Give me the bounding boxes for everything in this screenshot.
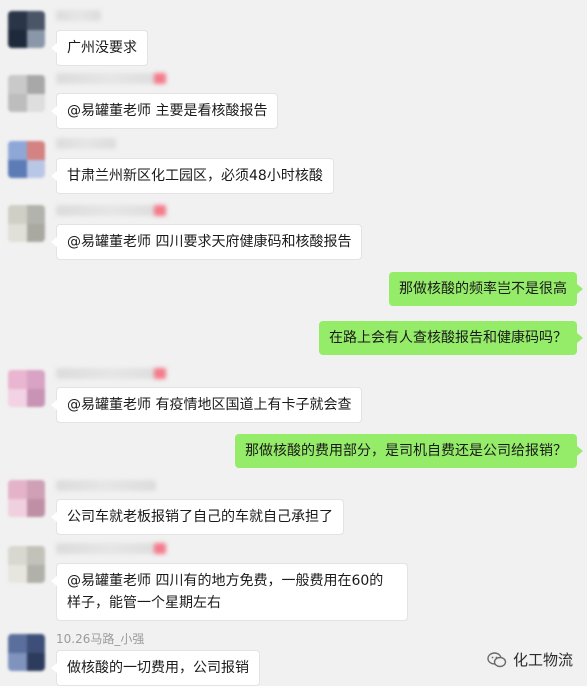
message-bubble[interactable]: @易罐董老师 有疫情地区国道上有卡子就会查	[50, 387, 363, 423]
wechat-official-account-icon	[487, 651, 507, 667]
message-bubble[interactable]: 公司车就老板报销了自己的车就自己承担了	[51, 499, 344, 535]
message-bubble-self[interactable]: 那做核酸的频率岂不是很高	[389, 272, 583, 306]
watermark: 化工物流	[487, 649, 573, 670]
sender-name-blurred	[56, 10, 101, 21]
avatar[interactable]	[8, 480, 45, 517]
avatar[interactable]	[8, 205, 45, 242]
sender-name: 10.26马路_小强	[56, 632, 145, 646]
avatar[interactable]	[8, 370, 45, 407]
sender-name-blurred	[56, 543, 166, 554]
sender-name-blurred	[56, 73, 166, 84]
sender-name-blurred	[56, 205, 166, 216]
avatar[interactable]	[8, 75, 45, 112]
message-bubble[interactable]: @易罐董老师 四川要求天府健康码和核酸报告	[50, 224, 363, 260]
sender-name-blurred	[56, 138, 116, 149]
message-bubble[interactable]: 广州没要求	[51, 30, 148, 66]
message-bubble-self[interactable]: 在路上会有人查核酸报告和健康码吗？	[319, 321, 583, 355]
message-bubble[interactable]: 做核酸的一切费用，公司报销	[51, 650, 260, 686]
message-bubble[interactable]: @易罐董老师 四川有的地方免费，一般费用在60的样子，能管一个星期左右	[51, 563, 408, 621]
avatar[interactable]	[8, 11, 45, 48]
message-bubble-self[interactable]: 那做核酸的费用部分，是司机自费还是公司给报销？	[235, 434, 583, 468]
sender-name-blurred	[56, 368, 166, 379]
sender-name-blurred	[56, 480, 156, 491]
message-bubble[interactable]: 甘肃兰州新区化工园区，必须48小时核酸	[51, 158, 334, 194]
message-bubble[interactable]: @易罐董老师 主要是看核酸报告	[50, 93, 279, 129]
watermark-text: 化工物流	[512, 651, 573, 669]
avatar[interactable]	[8, 141, 45, 178]
avatar[interactable]	[8, 546, 45, 583]
avatar[interactable]	[8, 634, 45, 671]
